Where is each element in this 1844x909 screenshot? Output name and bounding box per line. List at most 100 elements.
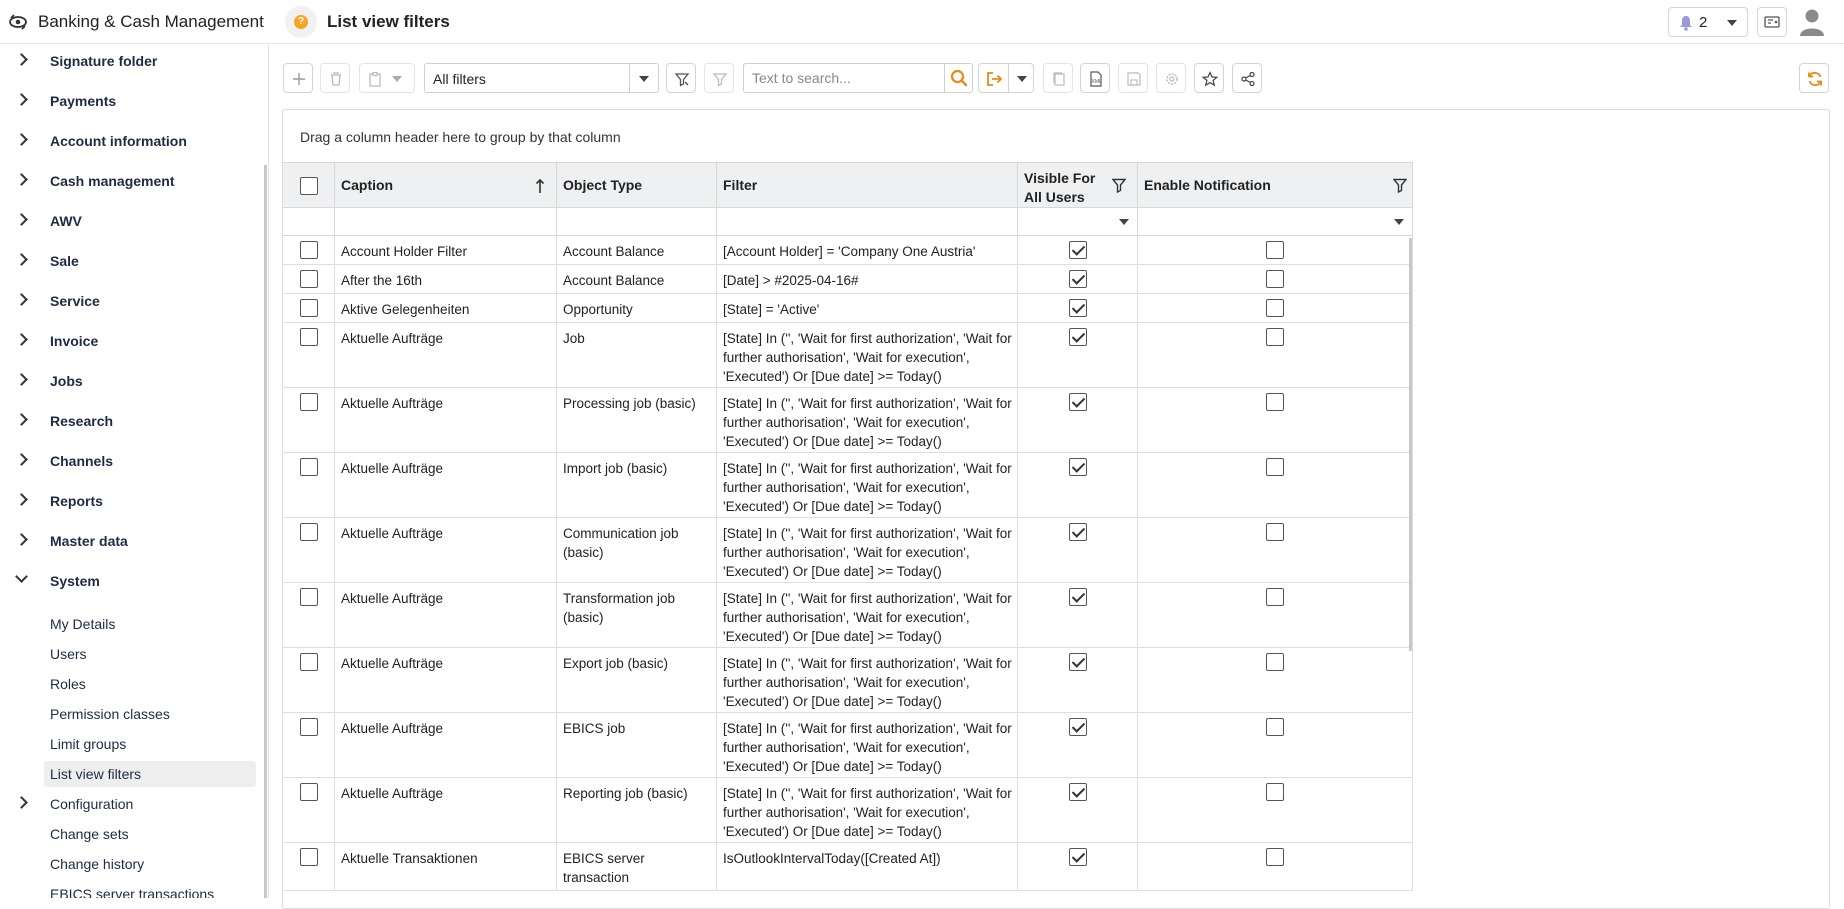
cell-object-type[interactable]: Communication job (basic) xyxy=(557,518,717,582)
filter-cell-visible[interactable] xyxy=(1018,208,1138,236)
enable-notification-checkbox[interactable] xyxy=(1266,718,1284,736)
table-row[interactable]: Aktuelle Aufträge Processing job (basic) [… xyxy=(283,388,1413,453)
enable-notification-checkbox[interactable] xyxy=(1266,393,1284,411)
select-all-checkbox[interactable] xyxy=(300,177,318,195)
column-header-object-type[interactable]: Object Type xyxy=(557,163,717,209)
sidebar-subitem-limit-groups[interactable]: Limit groups xyxy=(44,731,256,757)
id-card-button[interactable] xyxy=(1757,7,1787,37)
visible-for-all-users-checkbox[interactable] xyxy=(1069,270,1087,288)
row-select-checkbox[interactable] xyxy=(300,653,318,671)
enable-notification-checkbox[interactable] xyxy=(1266,241,1284,259)
cell-caption[interactable]: Aktive Gelegenheiten xyxy=(335,294,557,322)
table-row[interactable]: Aktuelle Aufträge Transformation job (bas… xyxy=(283,583,1413,648)
enable-notification-checkbox[interactable] xyxy=(1266,588,1284,606)
filter-cell-notification[interactable] xyxy=(1138,208,1413,236)
sidebar-item-master-data[interactable]: Master data xyxy=(0,525,260,555)
sidebar-subitem-roles[interactable]: Roles xyxy=(44,671,256,697)
cell-filter[interactable]: [Account Holder] = 'Company One Austria' xyxy=(717,236,1018,264)
help-button[interactable]: ? xyxy=(285,6,317,38)
search-input[interactable] xyxy=(745,65,943,91)
cell-object-type[interactable]: Job xyxy=(557,323,717,387)
sidebar-item-service[interactable]: Service xyxy=(0,285,260,315)
table-row[interactable]: Aktive Gelegenheiten Opportunity [State] =… xyxy=(283,294,1413,323)
cell-object-type[interactable]: Account Balance xyxy=(557,236,717,264)
cell-object-type[interactable]: Account Balance xyxy=(557,265,717,293)
column-filter-icon[interactable] xyxy=(1393,178,1407,193)
cell-object-type[interactable]: Transformation job (basic) xyxy=(557,583,717,647)
column-header-caption[interactable]: Caption xyxy=(335,163,557,209)
cell-filter[interactable]: [State] = 'Active' xyxy=(717,294,1018,322)
copy-button[interactable] xyxy=(1043,63,1073,93)
cell-filter[interactable]: [State] In ('', 'Wait for first authoriz… xyxy=(717,323,1018,387)
user-avatar-icon[interactable] xyxy=(1799,8,1825,36)
cell-object-type[interactable]: Export job (basic) xyxy=(557,648,717,712)
sidebar-item-signature-folder[interactable]: Signature folder xyxy=(0,45,260,75)
table-row[interactable]: Aktuelle Aufträge Export job (basic) [Stat… xyxy=(283,648,1413,713)
cell-caption[interactable]: Aktuelle Aufträge xyxy=(335,323,557,387)
sidebar-item-configuration[interactable]: Configuration xyxy=(0,788,260,818)
enable-notification-checkbox[interactable] xyxy=(1266,270,1284,288)
clear-filter-button[interactable] xyxy=(704,63,734,93)
cell-object-type[interactable]: EBICS job xyxy=(557,713,717,777)
table-row[interactable]: Aktuelle Aufträge Reporting job (basic) [S… xyxy=(283,778,1413,843)
visible-for-all-users-checkbox[interactable] xyxy=(1069,588,1087,606)
visible-for-all-users-checkbox[interactable] xyxy=(1069,523,1087,541)
cell-object-type[interactable]: Opportunity xyxy=(557,294,717,322)
cell-filter[interactable]: [State] In ('', 'Wait for first authoriz… xyxy=(717,518,1018,582)
enable-notification-checkbox[interactable] xyxy=(1266,299,1284,317)
column-filter-icon[interactable] xyxy=(1112,178,1126,193)
row-select-checkbox[interactable] xyxy=(300,270,318,288)
sidebar-subitem-change-history[interactable]: Change history xyxy=(44,851,256,877)
cell-filter[interactable]: [State] In ('', 'Wait for first authoriz… xyxy=(717,778,1018,842)
enable-notification-checkbox[interactable] xyxy=(1266,328,1284,346)
sidebar-item-invoice[interactable]: Invoice xyxy=(0,325,260,355)
cell-caption[interactable]: Aktuelle Aufträge xyxy=(335,583,557,647)
visible-for-all-users-checkbox[interactable] xyxy=(1069,241,1087,259)
enable-notification-checkbox[interactable] xyxy=(1266,458,1284,476)
enable-notification-checkbox[interactable] xyxy=(1266,653,1284,671)
cell-caption[interactable]: Aktuelle Aufträge xyxy=(335,713,557,777)
cell-filter[interactable]: [State] In ('', 'Wait for first authoriz… xyxy=(717,388,1018,452)
visible-for-all-users-checkbox[interactable] xyxy=(1069,393,1087,411)
settings-button[interactable] xyxy=(1156,63,1186,93)
sidebar-subitem-my-details[interactable]: My Details xyxy=(44,611,256,637)
cell-caption[interactable]: Aktuelle Aufträge xyxy=(335,453,557,517)
filter-select[interactable]: All filters xyxy=(424,63,659,93)
cell-caption[interactable]: Aktuelle Aufträge xyxy=(335,518,557,582)
enable-notification-checkbox[interactable] xyxy=(1266,783,1284,801)
sidebar-item-jobs[interactable]: Jobs xyxy=(0,365,260,395)
visible-for-all-users-checkbox[interactable] xyxy=(1069,718,1087,736)
cell-object-type[interactable]: EBICS server transaction xyxy=(557,843,717,890)
enable-notification-checkbox[interactable] xyxy=(1266,848,1284,866)
grid-scrollbar[interactable] xyxy=(1409,238,1412,651)
column-header-visible-for-all-users[interactable]: Visible For All Users xyxy=(1018,163,1138,209)
row-select-checkbox[interactable] xyxy=(300,718,318,736)
app-title[interactable]: Banking & Cash Management xyxy=(38,12,264,32)
clipboard-menu-button[interactable] xyxy=(359,63,415,93)
row-select-checkbox[interactable] xyxy=(300,393,318,411)
sidebar-item-reports[interactable]: Reports xyxy=(0,485,260,515)
sidebar-item-sale[interactable]: Sale xyxy=(0,245,260,275)
cell-object-type[interactable]: Import job (basic) xyxy=(557,453,717,517)
cell-filter[interactable]: [State] In ('', 'Wait for first authoriz… xyxy=(717,648,1018,712)
visible-for-all-users-checkbox[interactable] xyxy=(1069,328,1087,346)
cell-caption[interactable]: Aktuelle Transaktionen xyxy=(335,843,557,890)
cell-filter[interactable]: [Date] > #2025-04-16# xyxy=(717,265,1018,293)
sidebar-scrollbar[interactable] xyxy=(264,165,267,898)
sidebar-item-system[interactable]: System xyxy=(0,565,260,595)
share-button[interactable] xyxy=(1232,63,1262,93)
sidebar-item-cash-management[interactable]: Cash management xyxy=(0,165,260,195)
sidebar-subitem-ebics-server-transactions[interactable]: EBICS server transactions xyxy=(44,881,256,898)
table-row[interactable]: Aktuelle Aufträge Job [State] In ('', 'Wai… xyxy=(283,323,1413,388)
filter-cell-object-type[interactable] xyxy=(557,208,717,236)
visible-for-all-users-checkbox[interactable] xyxy=(1069,458,1087,476)
row-select-checkbox[interactable] xyxy=(300,328,318,346)
visible-for-all-users-checkbox[interactable] xyxy=(1069,848,1087,866)
cell-caption[interactable]: After the 16th xyxy=(335,265,557,293)
row-select-checkbox[interactable] xyxy=(300,299,318,317)
column-header-enable-notification[interactable]: Enable Notification xyxy=(1138,163,1413,209)
cell-caption[interactable]: Aktuelle Aufträge xyxy=(335,648,557,712)
cell-filter[interactable]: [State] In ('', 'Wait for first authoriz… xyxy=(717,453,1018,517)
table-row[interactable]: After the 16th Account Balance [Date] > #2… xyxy=(283,265,1413,294)
app-logo-icon[interactable] xyxy=(8,12,28,32)
